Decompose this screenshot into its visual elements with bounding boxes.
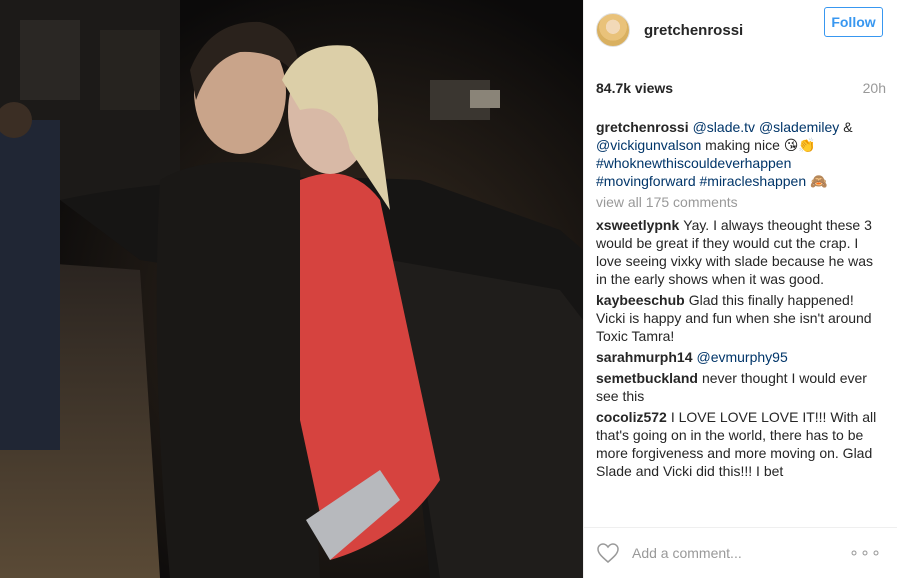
comments-list[interactable]: gretchenrossi @slade.tv @slademiley & @vi… [596, 118, 886, 516]
post-footer: Add a comment... ∘∘∘ [584, 527, 897, 578]
caption: gretchenrossi @slade.tv @slademiley & @vi… [596, 118, 886, 190]
hashtag-link[interactable]: #miracleshappen [700, 173, 807, 189]
comment-username[interactable]: kaybeeschub [596, 292, 685, 308]
avatar[interactable] [596, 13, 630, 47]
add-comment-input[interactable]: Add a comment... [632, 545, 849, 561]
more-options-icon[interactable]: ∘∘∘ [849, 543, 882, 563]
hashtag-link[interactable]: #movingforward [596, 173, 696, 189]
mention-link[interactable]: @slade.tv [693, 119, 755, 135]
comment-item: sarahmurph14 @evmurphy95 [596, 348, 886, 366]
comment-username[interactable]: semetbuckland [596, 370, 698, 386]
mention-link[interactable]: @slademiley [759, 119, 839, 135]
view-count: 84.7k views [596, 80, 674, 96]
hashtag-link[interactable]: #whoknewthiscouldeverhappen [596, 155, 791, 171]
post-timestamp[interactable]: 20h [863, 80, 886, 96]
view-all-comments-link[interactable]: view all 175 comments [596, 193, 886, 211]
post-stats: 84.7k views 20h [596, 80, 886, 96]
caption-username[interactable]: gretchenrossi [596, 119, 689, 135]
caption-text: making nice 😘👏 [705, 137, 816, 153]
comment-username[interactable]: sarahmurph14 [596, 349, 692, 365]
post-username[interactable]: gretchenrossi [644, 22, 743, 39]
comment-username[interactable]: xsweetlypnk [596, 217, 679, 233]
mention-link[interactable]: @vickigunvalson [596, 137, 701, 153]
caption-text: & [843, 119, 853, 135]
comment-text[interactable]: @evmurphy95 [696, 349, 787, 365]
post-side-panel: gretchenrossi Follow 84.7k views 20h gre… [583, 0, 897, 578]
comment-item: kaybeeschub Glad this finally happened! V… [596, 291, 886, 345]
post-header: gretchenrossi Follow [584, 0, 897, 60]
comment-item: xsweetlypnk Yay. I always theought these … [596, 216, 886, 288]
comment-item: semetbuckland never thought I would ever … [596, 369, 886, 405]
emoji: 🙈 [810, 173, 828, 189]
comment-item: cocoliz572 I LOVE LOVE LOVE IT!!! With al… [596, 408, 886, 480]
comment-username[interactable]: cocoliz572 [596, 409, 667, 425]
post-video[interactable] [0, 0, 583, 578]
heart-icon[interactable] [596, 542, 620, 564]
video-frame [0, 0, 583, 578]
follow-button[interactable]: Follow [824, 7, 883, 37]
